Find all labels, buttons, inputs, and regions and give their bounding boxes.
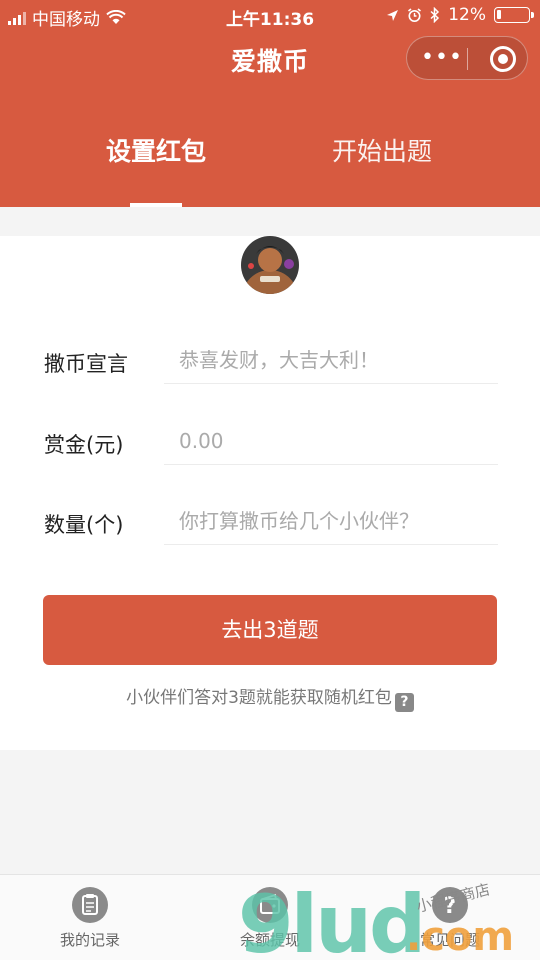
alarm-icon xyxy=(408,7,422,22)
bluetooth-icon xyxy=(430,7,440,23)
active-tab-indicator xyxy=(130,203,182,207)
reward-tip: 小伙伴们答对3题就能获取随机红包? xyxy=(0,683,540,712)
bottom-tab-bar: 我的记录 余额提现 ? 常见问题 xyxy=(0,874,540,960)
app-header: 中国移动 上午11:36 12% 爱撒币 ••• 设置红包 开始出题 xyxy=(0,0,540,207)
declaration-label: 撒币宣言 xyxy=(44,352,128,376)
help-icon: ? xyxy=(432,887,468,923)
help-question-icon[interactable]: ? xyxy=(394,693,414,712)
wallet-icon xyxy=(252,887,288,923)
clipboard-icon xyxy=(72,887,108,923)
svg-text:?: ? xyxy=(444,894,457,919)
reward-label: 赏金(元) xyxy=(44,433,124,457)
quantity-label: 数量(个) xyxy=(44,513,124,537)
status-bar: 中国移动 上午11:36 12% xyxy=(0,0,540,32)
avatar xyxy=(241,236,299,294)
tabbar-item-records[interactable]: 我的记录 xyxy=(30,887,150,950)
declaration-input[interactable] xyxy=(164,336,498,384)
quantity-input[interactable] xyxy=(164,497,498,545)
tabbar-item-faq[interactable]: ? 常见问题 xyxy=(390,887,510,950)
reward-amount-input[interactable] xyxy=(164,417,498,465)
more-menu-button[interactable]: ••• xyxy=(421,47,462,69)
battery-percent: 12% xyxy=(448,5,486,25)
create-questions-button[interactable]: 去出3道题 xyxy=(43,595,497,665)
tab-set-red-packet[interactable]: 设置红包 xyxy=(100,132,212,168)
tabbar-label-faq: 常见问题 xyxy=(419,931,480,949)
tabbar-label-withdraw: 余额提现 xyxy=(239,931,300,949)
battery-icon xyxy=(494,7,534,23)
tab-start-quiz[interactable]: 开始出题 xyxy=(332,132,432,168)
mini-program-capsule: ••• xyxy=(406,36,528,80)
close-program-button[interactable] xyxy=(490,46,516,72)
reward-tip-text: 小伙伴们答对3题就能获取随机红包 xyxy=(126,688,392,708)
location-icon xyxy=(387,9,399,21)
capsule-divider xyxy=(467,48,468,70)
form-card xyxy=(0,236,540,750)
tabbar-label-records: 我的记录 xyxy=(59,931,120,949)
tabbar-item-withdraw[interactable]: 余额提现 xyxy=(210,887,330,950)
